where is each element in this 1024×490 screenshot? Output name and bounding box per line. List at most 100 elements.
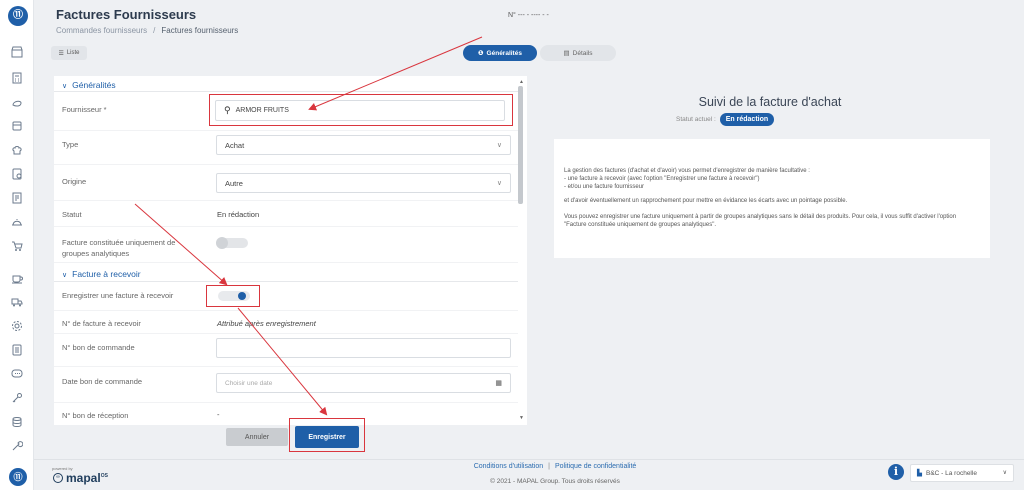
tab-generalites[interactable]: ❶ Généralités xyxy=(463,45,537,61)
section-recevoir-label: Facture à recevoir xyxy=(72,269,141,279)
tab-details-label: Détails xyxy=(572,49,593,57)
settings-icon[interactable] xyxy=(11,320,23,332)
details-icon: ▤ xyxy=(563,50,570,57)
breadcrumb-commandes[interactable]: Commandes fournisseurs xyxy=(56,26,147,35)
recipe-icon[interactable] xyxy=(11,168,23,180)
database-icon[interactable] xyxy=(11,416,23,428)
divider xyxy=(54,366,518,367)
section-generalites-label: Généralités xyxy=(72,80,116,90)
date-bon-input[interactable]: Choisir une date ▦ xyxy=(216,373,511,393)
form-scrollbar[interactable]: ▲ ▼ xyxy=(518,79,524,421)
liste-button[interactable]: ☰ Liste xyxy=(51,46,87,60)
analytique-toggle[interactable] xyxy=(216,237,248,249)
num-facture-label: N° de facture à recevoir xyxy=(62,319,141,328)
analytique-label: Facture constituée uniquement de groupes … xyxy=(62,237,175,259)
mapal-brand: mapalOS xyxy=(66,471,108,485)
statut-value: En rédaction xyxy=(217,210,260,219)
enregistrer-recevoir-label: Enregistrer une facture à recevoir xyxy=(62,291,174,300)
cancel-button[interactable]: Annuler xyxy=(226,428,288,446)
origine-label: Origine xyxy=(62,177,87,186)
store-icon[interactable] xyxy=(11,46,23,58)
footer-links: Conditions d'utilisation | Politique de co… xyxy=(400,463,710,470)
info-box: La gestion des factures (d'achat et d'av… xyxy=(554,139,990,258)
list-icon: ☰ xyxy=(58,50,64,57)
origine-value: Autre xyxy=(225,178,243,188)
info-p1: La gestion des factures (d'achat et d'av… xyxy=(564,168,810,174)
statut-label: Statut xyxy=(62,210,82,219)
chevron-down-icon: ∨ xyxy=(496,180,502,187)
site-label: B&C - La rochelle xyxy=(926,469,977,477)
document-icon[interactable] xyxy=(11,192,23,204)
info-paragraph-2: et d'avoir éventuellement un rapprocheme… xyxy=(564,198,848,204)
fournisseur-label: Fournisseur * xyxy=(62,105,107,114)
truck-icon[interactable] xyxy=(11,296,23,308)
mapal-logo-icon: ∞ xyxy=(53,473,63,483)
bon-commande-label: N° bon de commande xyxy=(62,343,135,352)
chevron-down-icon: ∨ xyxy=(1002,470,1007,476)
divider xyxy=(54,281,518,282)
app-logo[interactable]: ⑪ xyxy=(8,6,28,26)
info-icon: ❶ xyxy=(478,50,484,57)
building-icon: ▙ xyxy=(917,470,922,477)
num-facture-value: Attribué après enregistrement xyxy=(217,319,316,328)
breadcrumb: Commandes fournisseurs / Factures fourniss… xyxy=(56,26,238,35)
chat-icon[interactable] xyxy=(11,368,23,380)
tabs: ❶ Généralités ▤ Détails xyxy=(463,45,616,61)
wrench-icon[interactable] xyxy=(11,440,23,452)
site-selector[interactable]: ▙ B&C - La rochelle ∨ xyxy=(910,464,1014,482)
divider xyxy=(54,164,518,165)
info-p1-item2: - et/ou une facture fournisseur xyxy=(564,184,645,190)
annotation-box-save xyxy=(289,418,365,452)
scroll-up-icon[interactable]: ▲ xyxy=(519,79,524,85)
mapal-logo: ∞ mapalOS xyxy=(53,471,108,485)
box-icon[interactable] xyxy=(11,120,23,132)
scroll-down-icon[interactable]: ▼ xyxy=(519,415,524,421)
mapal-brand-text: mapal xyxy=(66,471,101,485)
tab-details[interactable]: ▤ Détails xyxy=(540,45,616,61)
list-icon[interactable] xyxy=(11,344,23,356)
calendar-icon[interactable]: ▦ xyxy=(495,379,502,387)
coffee-icon[interactable] xyxy=(11,272,23,284)
key-icon[interactable] xyxy=(11,392,23,404)
annotation-box-toggle xyxy=(206,285,260,307)
help-info-icon[interactable]: i xyxy=(888,464,904,480)
divider xyxy=(54,226,518,227)
info-paragraph-1: La gestion des factures (d'achat et d'av… xyxy=(564,167,980,191)
footer-separator: | xyxy=(548,463,550,470)
type-select[interactable]: Achat ∨ xyxy=(216,135,511,155)
chevron-down-icon: ∨ xyxy=(62,83,68,90)
breadcrumb-separator: / xyxy=(153,26,156,35)
cloche-icon[interactable] xyxy=(11,216,23,228)
terms-link[interactable]: Conditions d'utilisation xyxy=(474,463,543,470)
tab-generalites-label: Généralités xyxy=(486,49,522,57)
sidebar: ⑪ ⑪ xyxy=(0,0,34,490)
section-facture-recevoir[interactable]: ∨ Facture à recevoir xyxy=(62,269,141,279)
origine-select[interactable]: Autre ∨ xyxy=(216,173,511,193)
divider xyxy=(54,333,518,334)
analytique-label-line1: Facture constituée uniquement de xyxy=(62,238,176,247)
cart-icon[interactable] xyxy=(11,240,23,252)
bon-reception-value: - xyxy=(217,410,220,419)
privacy-link[interactable]: Politique de confidentialité xyxy=(555,463,636,470)
app-logo-bottom[interactable]: ⑪ xyxy=(9,468,27,486)
analytique-label-line2: groupes analytiques xyxy=(62,249,130,258)
mapal-os: OS xyxy=(100,473,108,479)
bon-commande-input[interactable] xyxy=(216,338,511,358)
chef-hat-icon[interactable] xyxy=(11,144,23,156)
chevron-down-icon: ∨ xyxy=(62,272,68,279)
scroll-thumb[interactable] xyxy=(518,86,523,204)
section-generalites[interactable]: ∨ Généralités xyxy=(62,80,116,90)
document-number: N° --- - ---- - - xyxy=(508,12,549,19)
divider xyxy=(54,200,518,201)
status-line: Statut actuel : En rédaction xyxy=(676,113,775,126)
annotation-box-fournisseur xyxy=(209,94,513,126)
page-title: Factures Fournisseurs xyxy=(56,7,197,22)
date-bon-label: Date bon de commande xyxy=(62,377,143,386)
info-p1-item1: - une facture à recevoir (avec l'option … xyxy=(564,176,760,182)
calculator-icon[interactable] xyxy=(11,72,23,84)
divider xyxy=(54,130,518,131)
chevron-down-icon: ∨ xyxy=(496,142,502,149)
type-label: Type xyxy=(62,140,79,149)
meat-icon[interactable] xyxy=(11,97,23,109)
status-badge: En rédaction xyxy=(719,113,775,126)
